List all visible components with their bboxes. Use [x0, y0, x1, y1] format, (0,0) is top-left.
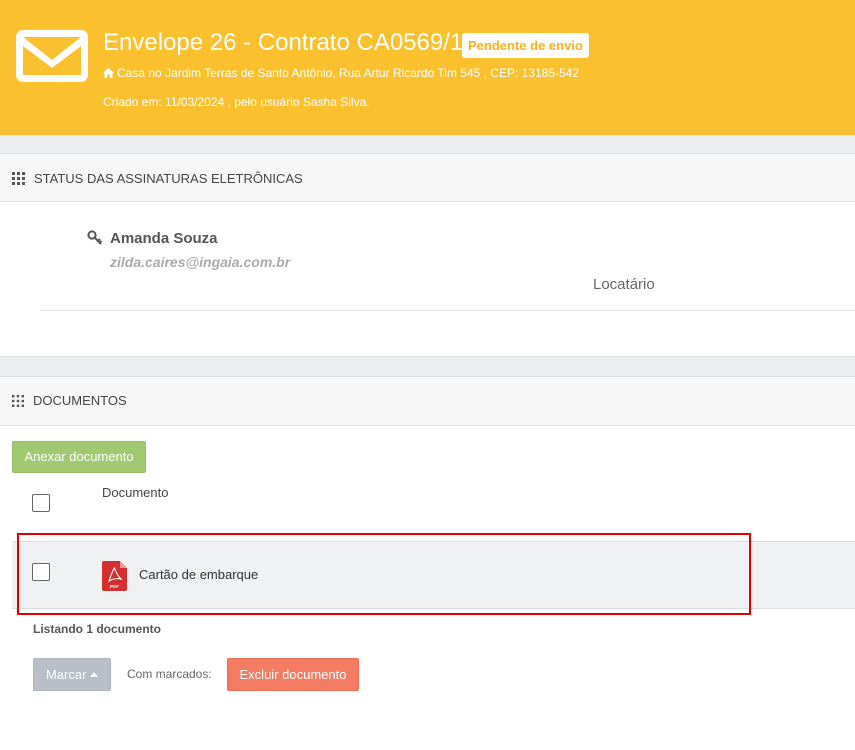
- grid-icon: [12, 172, 25, 185]
- mark-button-label: Marcar: [45, 667, 87, 682]
- listing-count: Listando 1 documento: [33, 622, 162, 636]
- divider: [40, 310, 855, 311]
- envelope-header: Envelope 26 - Contrato CA0569/1 Pendente…: [0, 0, 855, 135]
- section-spacer: [0, 356, 855, 376]
- key-icon: [87, 230, 103, 245]
- signatures-section-title: STATUS DAS ASSINATURAS ELETRÔNICAS: [34, 171, 303, 186]
- documents-section-header: DOCUMENTOS: [0, 376, 855, 426]
- address-text: Casa no Jardim Terras de Santo Antônio, …: [117, 66, 580, 80]
- signer-name: Amanda Souza: [110, 230, 218, 247]
- section-spacer: [0, 135, 855, 153]
- page-title: Envelope 26 - Contrato CA0569/1: [103, 29, 464, 56]
- signer-role: Locatário: [593, 276, 655, 293]
- selection-highlight: [17, 533, 751, 615]
- property-address: Casa no Jardim Terras de Santo Antônio, …: [103, 66, 579, 80]
- status-badge: Pendente de envio: [462, 33, 589, 58]
- home-icon: [103, 68, 114, 78]
- with-marked-label: Com marcados:: [127, 667, 212, 681]
- select-all-checkbox[interactable]: [32, 494, 50, 512]
- column-header-document: Documento: [102, 485, 169, 500]
- grid-icon: [12, 395, 24, 407]
- mark-dropdown-button[interactable]: Marcar: [33, 658, 111, 691]
- signatures-section-header: STATUS DAS ASSINATURAS ELETRÔNICAS: [0, 153, 855, 202]
- envelope-icon: [16, 30, 88, 82]
- caret-up-icon: [90, 672, 99, 677]
- documents-section-title: DOCUMENTOS: [33, 393, 127, 408]
- attach-document-button[interactable]: Anexar documento: [12, 441, 146, 473]
- created-info: Criado em: 11/03/2024 , pelo usuário Sas…: [103, 95, 370, 109]
- signer-email: zilda.caires@ingaia.com.br: [110, 254, 291, 270]
- delete-document-button[interactable]: Excluir documento: [227, 658, 359, 691]
